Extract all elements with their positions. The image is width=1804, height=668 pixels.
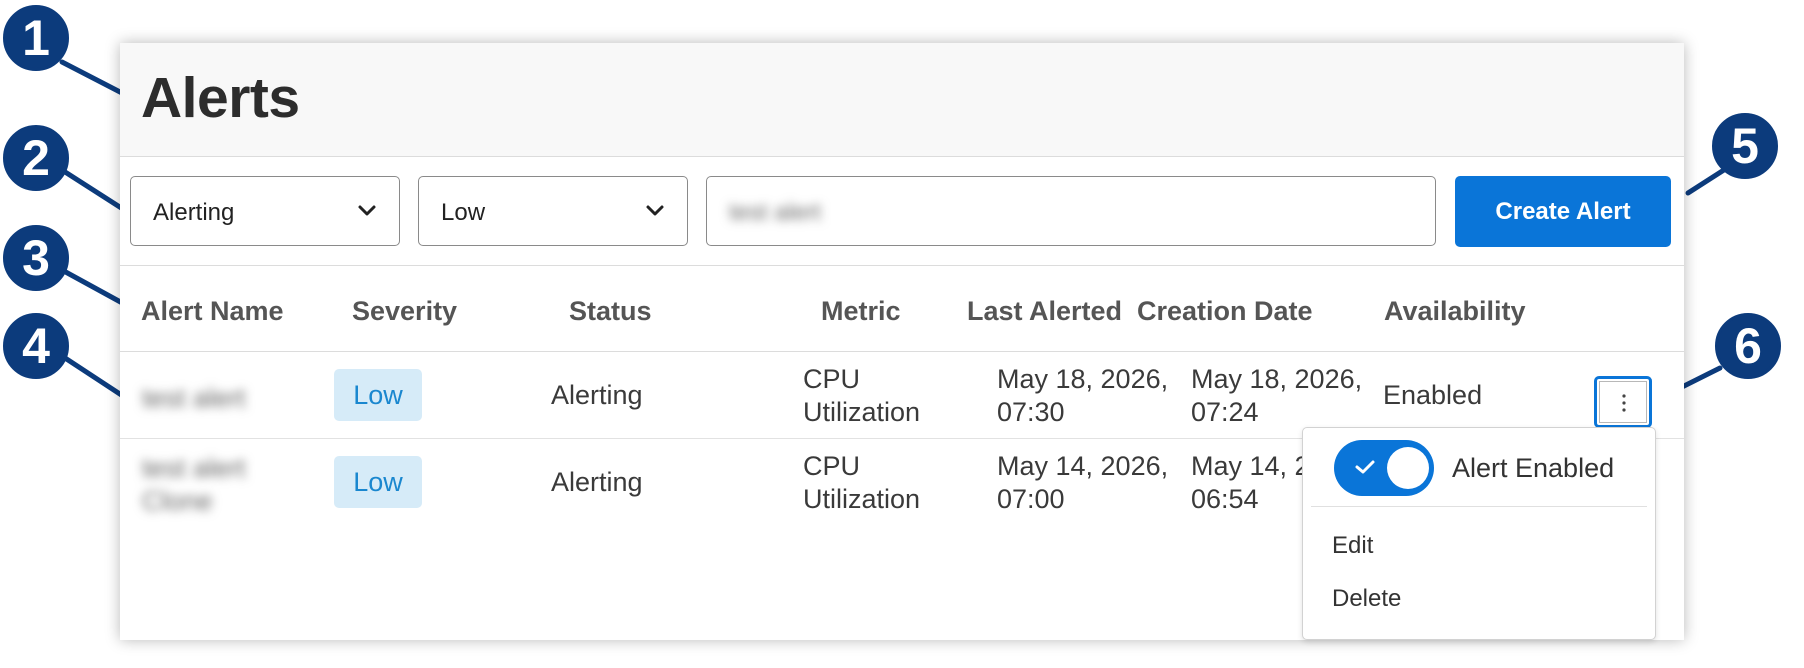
search-input[interactable]: test alert [706, 176, 1436, 246]
last-alerted-date: May 14, 2026, [997, 451, 1169, 481]
callout-line-2 [59, 167, 129, 214]
last-alerted-time: 07:00 [997, 484, 1065, 514]
callout-line-5 [1685, 165, 1730, 196]
table-header: Alert Name Severity Status Metric Last A… [120, 266, 1684, 352]
status-filter-value: Alerting [153, 199, 235, 226]
menu-item-edit[interactable]: Edit [1332, 532, 1373, 560]
column-header-severity[interactable]: Severity [352, 296, 457, 327]
creation-date-cell: May 18, 2026, 07:24 [1191, 363, 1362, 429]
last-alerted-time: 07:30 [997, 397, 1065, 427]
creation-date: May 14, 2 [1191, 451, 1310, 481]
last-alerted-cell: May 14, 2026, 07:00 [997, 450, 1168, 516]
last-alerted-cell: May 18, 2026, 07:30 [997, 363, 1168, 429]
callout-badge-2: 2 [3, 125, 69, 191]
alerts-panel: Alerts Alerting Low test alert Create Al… [120, 43, 1684, 640]
column-header-alert-name[interactable]: Alert Name [141, 296, 284, 327]
severity-filter-value: Low [441, 199, 486, 226]
severity-filter-dropdown[interactable]: Low [418, 176, 688, 246]
status-cell: Alerting [551, 467, 643, 497]
callout-badge-4: 4 [3, 313, 69, 379]
create-alert-button[interactable]: Create Alert [1455, 176, 1671, 247]
alert-name-cell[interactable]: test alert Clone [142, 452, 246, 518]
last-alerted-date: May 18, 2026, [997, 364, 1169, 394]
severity-badge: Low [334, 456, 422, 508]
title-bar: Alerts [120, 43, 1684, 157]
callout-badge-3: 3 [3, 225, 69, 291]
creation-date: May 18, 2026, [1191, 364, 1363, 394]
callout-line-1 [59, 59, 125, 96]
filter-bar: Alerting Low test alert Create Alert [120, 157, 1684, 266]
chevron-down-icon [358, 205, 376, 216]
callout-badge-1: 1 [3, 5, 69, 71]
creation-date-cell: May 14, 2 06:54 [1191, 450, 1310, 516]
search-input-value: test alert [729, 199, 822, 226]
callout-badge-5: 5 [1712, 113, 1778, 179]
alert-name-cell[interactable]: test alert [142, 382, 246, 415]
row-actions-menu: Alert Enabled Edit Delete [1302, 427, 1656, 640]
metric-line: Utilization [803, 397, 921, 427]
metric-line: Utilization [803, 484, 921, 514]
creation-time: 06:54 [1191, 484, 1259, 514]
status-cell: Alerting [551, 380, 643, 410]
metric-cell: CPU Utilization [803, 450, 920, 516]
chevron-down-icon [646, 205, 664, 216]
alert-enabled-toggle[interactable] [1334, 440, 1434, 496]
callout-line-4 [59, 353, 129, 401]
severity-badge: Low [334, 369, 422, 421]
alert-enabled-label: Alert Enabled [1452, 453, 1615, 483]
column-header-metric[interactable]: Metric [821, 296, 901, 327]
column-header-last-alerted[interactable]: Last Alerted [967, 296, 1122, 327]
metric-line: CPU [803, 364, 861, 394]
creation-time: 07:24 [1191, 397, 1259, 427]
alert-name-line: test alert [142, 453, 246, 483]
table-row[interactable]: test alert Low Alerting CPU Utilization … [120, 352, 1684, 439]
column-header-creation-date[interactable]: Creation Date [1137, 296, 1313, 327]
column-header-status[interactable]: Status [569, 296, 652, 327]
status-filter-dropdown[interactable]: Alerting [130, 176, 400, 246]
row-actions-button[interactable] [1594, 376, 1652, 428]
availability-cell: Enabled [1383, 380, 1483, 410]
menu-item-delete[interactable]: Delete [1332, 585, 1401, 613]
metric-cell: CPU Utilization [803, 363, 920, 429]
menu-divider [1311, 506, 1647, 507]
column-header-availability[interactable]: Availability [1384, 296, 1526, 327]
check-icon [1355, 460, 1375, 474]
page-title: Alerts [141, 66, 300, 130]
more-vertical-icon [1622, 394, 1626, 412]
callout-line-3 [59, 267, 129, 308]
callout-badge-6: 6 [1715, 313, 1781, 379]
metric-line: CPU [803, 451, 861, 481]
toggle-knob [1387, 447, 1429, 489]
alert-name-line: Clone [142, 486, 213, 516]
